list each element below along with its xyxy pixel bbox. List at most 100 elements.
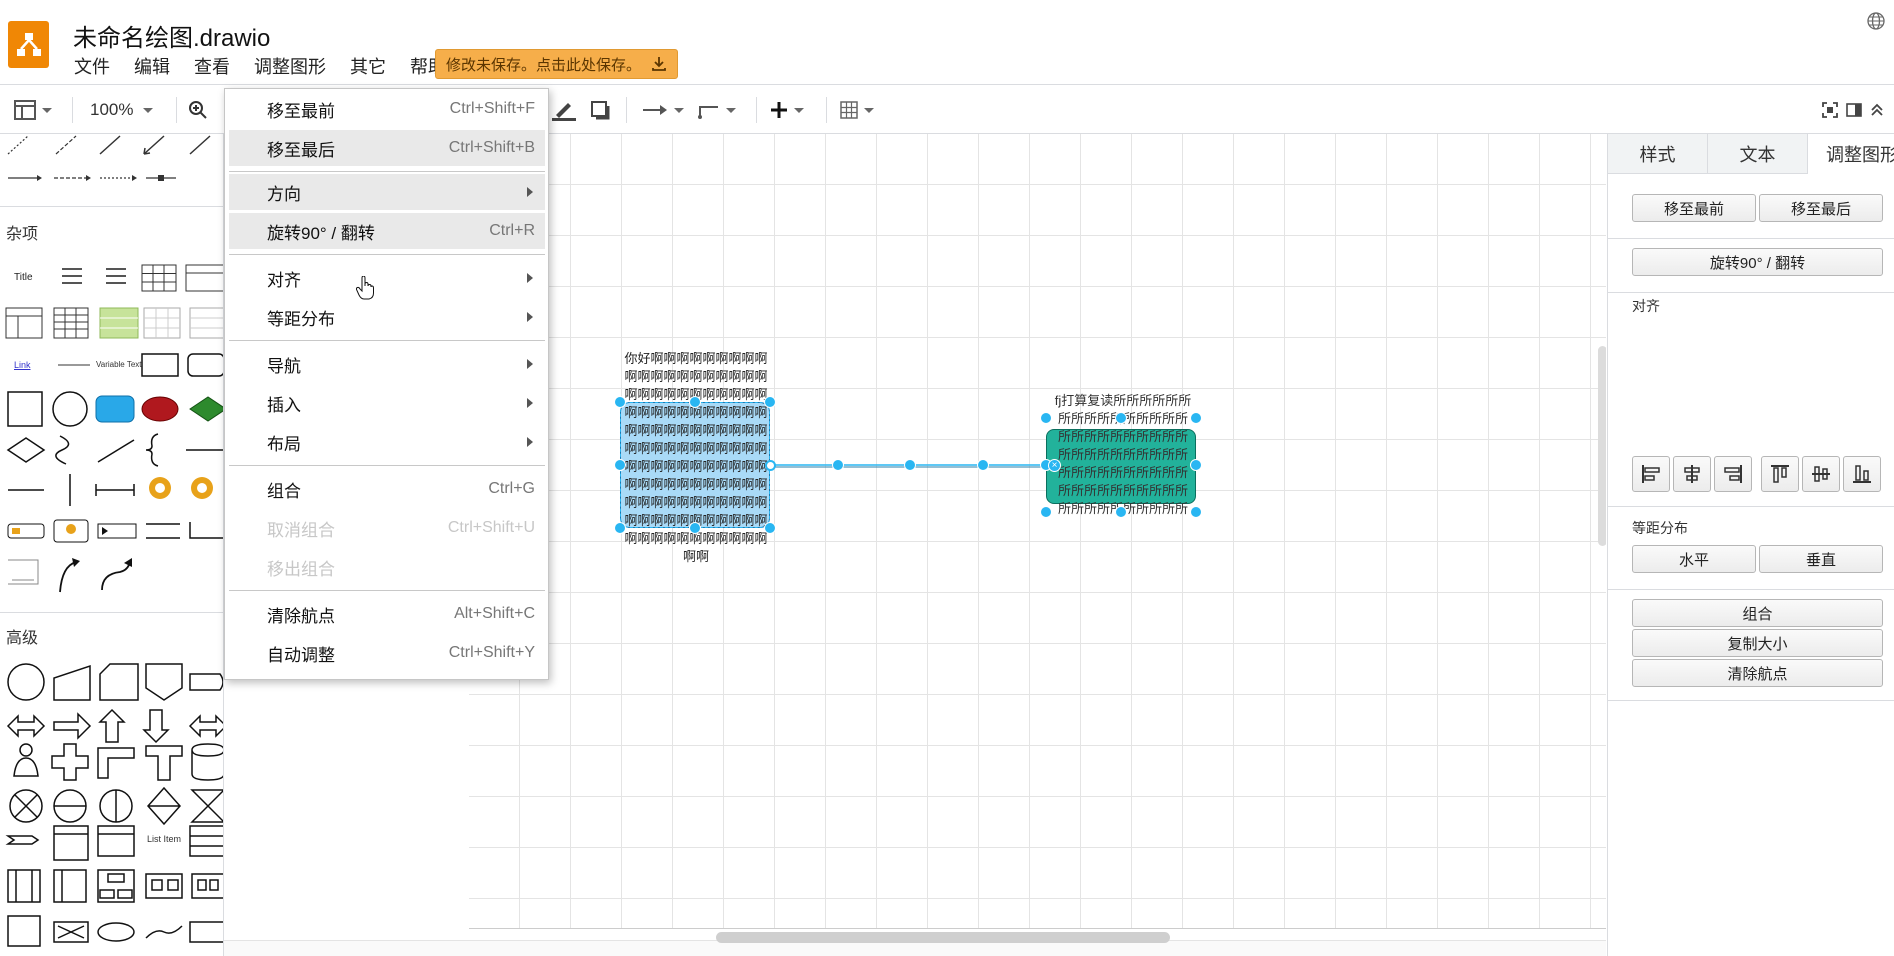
menu-file[interactable]: 文件 (62, 54, 122, 80)
basic-shapes[interactable] (4, 388, 224, 598)
align-top-button[interactable] (1761, 456, 1799, 492)
resize-handle[interactable] (764, 522, 776, 534)
language-globe-icon[interactable] (1866, 11, 1886, 31)
menu-item-align[interactable]: 对齐 (229, 260, 545, 296)
resize-handle[interactable] (1040, 412, 1052, 424)
shadow-button[interactable] (590, 97, 610, 123)
tab-arrange[interactable]: 调整图形 (1808, 134, 1894, 174)
format-panel-toggle[interactable] (1846, 97, 1862, 123)
edge-waypoint-handle[interactable] (832, 459, 844, 471)
insert-button[interactable] (770, 97, 804, 123)
horizontal-scrollbar[interactable] (716, 932, 1170, 943)
table-button[interactable] (840, 97, 874, 123)
menu-item-navigation[interactable]: 导航 (229, 346, 545, 382)
distribute-horizontal-button[interactable]: 水平 (1632, 545, 1756, 573)
button-shapes[interactable] (140, 352, 224, 378)
to-front-button[interactable]: 移至最前 (1632, 194, 1756, 222)
connection-style-button[interactable] (642, 97, 684, 123)
distribute-vertical-button[interactable]: 垂直 (1759, 545, 1883, 573)
list-item-shape: List Item (147, 834, 181, 844)
menu-item-layout[interactable]: 布局 (229, 424, 545, 460)
edge-waypoint-handle[interactable] (977, 459, 989, 471)
title-shape[interactable]: Title (14, 272, 33, 283)
to-back-button[interactable]: 移至最后 (1759, 194, 1883, 222)
unsaved-changes-label: 修改未保存。点击此处保存。 (446, 56, 642, 74)
rotate-flip-button[interactable]: 旋转90° / 翻转 (1632, 248, 1883, 276)
resize-handle[interactable] (1190, 506, 1202, 518)
fullscreen-button[interactable] (1822, 97, 1838, 123)
section-advanced-title[interactable]: 高级 (6, 624, 38, 648)
text-shape[interactable] (56, 360, 92, 370)
menu-item-remove-from-group[interactable]: 移出组合 (229, 549, 545, 585)
resize-handle[interactable] (614, 459, 626, 471)
menu-item-ungroup[interactable]: 取消组合 Ctrl+Shift+U (229, 510, 545, 546)
submenu-arrow-icon (527, 312, 533, 322)
distribute-label: 等距分布 (1632, 520, 1688, 536)
zoom-dropdown[interactable]: 100% (90, 97, 154, 123)
document-title[interactable]: 未命名绘图.drawio (73, 18, 270, 53)
menu-item-distribute[interactable]: 等距分布 (229, 299, 545, 335)
menu-item-to-front[interactable]: 移至最前 Ctrl+Shift+F (229, 91, 545, 127)
submenu-arrow-icon (527, 359, 533, 369)
line-color-button[interactable] (552, 97, 576, 123)
copy-size-button[interactable]: 复制大小 (1632, 629, 1883, 657)
waypoint-style-button[interactable] (698, 97, 736, 123)
link-shape[interactable]: Link (14, 360, 31, 370)
resize-handle[interactable] (1190, 412, 1202, 424)
advanced-shapes[interactable]: List Item (4, 660, 224, 956)
variable-text-shape[interactable]: Variable Text (96, 360, 142, 369)
edge-target-handle[interactable]: × (1048, 459, 1061, 472)
clear-waypoints-button[interactable]: 清除航点 (1632, 659, 1883, 687)
align-center-button[interactable] (1673, 456, 1711, 492)
resize-handle[interactable] (1115, 506, 1127, 518)
shadow-icon (591, 101, 610, 120)
menu-view[interactable]: 查看 (182, 54, 242, 80)
view-toggle-button[interactable] (14, 97, 52, 123)
menu-arrange[interactable]: 调整图形 (242, 54, 338, 80)
align-left-button[interactable] (1632, 456, 1670, 492)
align-bottom-button[interactable] (1843, 456, 1881, 492)
edge-waypoint-handle[interactable] (904, 459, 916, 471)
tab-style[interactable]: 样式 (1608, 134, 1708, 174)
group-button[interactable]: 组合 (1632, 599, 1883, 627)
resize-handle[interactable] (689, 396, 701, 408)
table-shapes[interactable] (4, 306, 224, 340)
menu-item-to-back[interactable]: 移至最后 Ctrl+Shift+B (229, 130, 545, 166)
unsaved-changes-button[interactable]: 修改未保存。点击此处保存。 (435, 49, 679, 79)
download-icon (652, 57, 666, 71)
menu-edit[interactable]: 编辑 (122, 54, 182, 80)
menubar: 文件 编辑 查看 调整图形 其它 帮助 (62, 54, 458, 80)
menu-item-clear-waypoints[interactable]: 清除航点 Alt+Shift+C (229, 596, 545, 632)
submenu-arrow-icon (527, 273, 533, 283)
edge-source-handle[interactable] (765, 460, 776, 471)
submenu-arrow-icon (527, 187, 533, 197)
align-right-button[interactable] (1714, 456, 1752, 492)
align-bottom-icon (1853, 465, 1871, 483)
resize-handle[interactable] (1190, 459, 1202, 471)
menu-item-insert[interactable]: 插入 (229, 385, 545, 421)
vertical-scrollbar[interactable] (1598, 346, 1606, 546)
shape-sidebar: 杂项 Title Link Variable Text 高级 List Item (0, 134, 224, 956)
menu-extras[interactable]: 其它 (338, 54, 398, 80)
format-panel: 样式 文本 调整图形 移至最前 移至最后 旋转90° / 翻转 对齐 等距分布 … (1607, 134, 1894, 956)
section-misc-title[interactable]: 杂项 (6, 220, 38, 244)
resize-handle[interactable] (764, 396, 776, 408)
tab-text[interactable]: 文本 (1708, 134, 1808, 174)
align-middle-button[interactable] (1802, 456, 1840, 492)
resize-handle[interactable] (1115, 412, 1127, 424)
connector-shapes[interactable] (4, 134, 219, 194)
resize-handle[interactable] (614, 522, 626, 534)
resize-handle[interactable] (1040, 506, 1052, 518)
drawio-logo[interactable] (8, 21, 49, 68)
resize-handle[interactable] (614, 396, 626, 408)
menu-item-rotate-flip[interactable]: 旋转90° / 翻转 Ctrl+R (229, 213, 545, 249)
menu-item-autosize[interactable]: 自动调整 Ctrl+Shift+Y (229, 635, 545, 671)
zoom-in-button[interactable] (188, 97, 208, 123)
page-view-icon (14, 100, 36, 120)
list-value-shapes[interactable] (56, 264, 224, 294)
menu-item-group[interactable]: 组合 Ctrl+G (229, 471, 545, 507)
collapse-toolbar-button[interactable] (1870, 97, 1884, 123)
pencil-icon (552, 103, 576, 121)
menu-item-direction[interactable]: 方向 (229, 174, 545, 210)
resize-handle[interactable] (689, 522, 701, 534)
